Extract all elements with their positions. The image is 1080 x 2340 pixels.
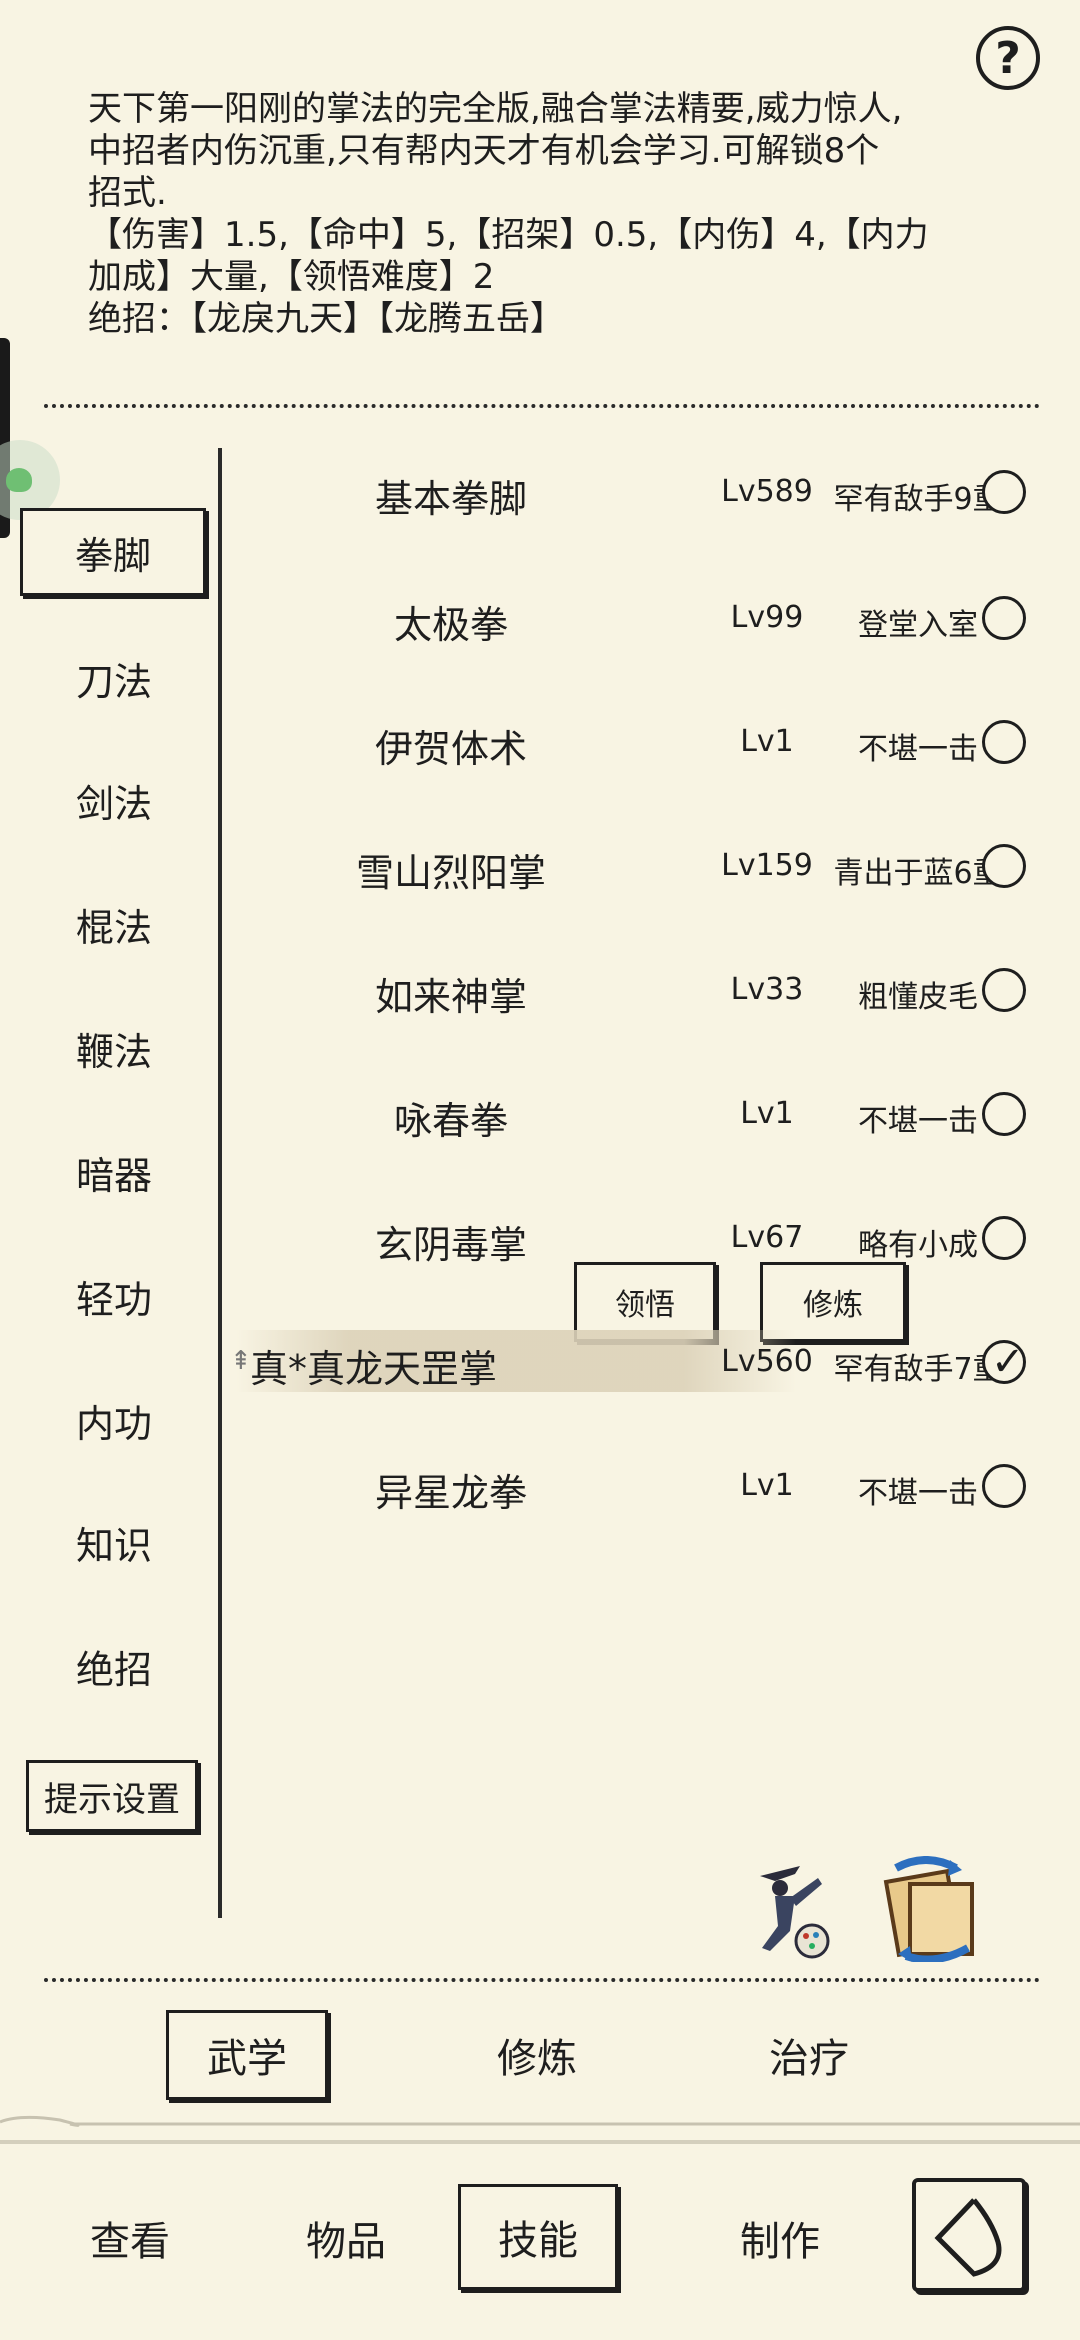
nav-zhizuo[interactable]: 制作 xyxy=(710,2190,850,2286)
skill-name: 太极拳 xyxy=(393,603,508,647)
upgrade-arrow-icon: ⇞ xyxy=(230,1346,252,1376)
skill-checkbox[interactable] xyxy=(982,968,1026,1012)
description-line: 绝招：【龙戾九天】【龙腾五岳】 xyxy=(88,299,564,339)
nav-jineng[interactable]: 技能 xyxy=(458,2184,618,2290)
brush-divider xyxy=(0,2115,1080,2127)
skill-row[interactable]: 如来神掌 Lv33 粗懂皮毛 xyxy=(230,950,1070,1030)
skill-name: 异星龙拳 xyxy=(374,1471,527,1515)
category-tab-anqi[interactable]: 暗器 xyxy=(18,1130,210,1214)
skill-checkbox[interactable] xyxy=(982,470,1026,514)
skill-checkbox[interactable] xyxy=(982,596,1026,640)
skill-checkbox[interactable] xyxy=(982,1216,1026,1260)
description-line: 天下第一阳刚的掌法的完全版,融合掌法精要,威力惊人, xyxy=(88,89,903,129)
back-arrow-icon xyxy=(934,2198,1002,2277)
skill-name: 真*真龙天罡掌 xyxy=(250,1347,498,1391)
category-tab-daofa[interactable]: 刀法 xyxy=(18,636,210,720)
skill-checkbox[interactable] xyxy=(982,1092,1026,1136)
skill-name: 如来神掌 xyxy=(374,975,527,1019)
description-line: 中招者内伤沉重,只有帮内天才有机会学习.可解锁8个 xyxy=(88,131,880,171)
scroll-swap-icon[interactable] xyxy=(876,1856,986,1964)
divider xyxy=(44,1978,1040,1982)
back-button[interactable] xyxy=(912,2178,1026,2292)
skill-row[interactable]: 雪山烈阳掌 Lv159 青出于蓝6重 xyxy=(230,826,1070,906)
skill-description: 天下第一阳刚的掌法的完全版,融合掌法精要,威力惊人, 中招者内伤沉重,只有帮内天… xyxy=(88,88,1008,340)
category-tab-juezhao[interactable]: 绝招 xyxy=(18,1624,210,1708)
skill-row[interactable]: 咏春拳 Lv1 不堪一击 xyxy=(230,1074,1070,1154)
nav-chakan[interactable]: 查看 xyxy=(60,2190,200,2286)
category-tab-bianfa[interactable]: 鞭法 xyxy=(18,1006,210,1090)
skill-row[interactable]: 太极拳 Lv99 登堂入室 xyxy=(230,578,1070,658)
martial-artist-icon[interactable] xyxy=(740,1856,840,1966)
check-icon: ✓ xyxy=(991,1339,1025,1385)
nav-wupin[interactable]: 物品 xyxy=(276,2190,416,2286)
help-icon[interactable]: ? xyxy=(976,26,1040,90)
skill-row[interactable]: 基本拳脚 Lv589 罕有敌手9重 xyxy=(230,452,1070,532)
hint-settings-button[interactable]: 提示设置 xyxy=(26,1760,198,1832)
skill-checkbox[interactable] xyxy=(982,1464,1026,1508)
divider xyxy=(44,404,1040,408)
skill-name: 玄阴毒掌 xyxy=(374,1223,527,1267)
subtab-wuxue[interactable]: 武学 xyxy=(166,2010,328,2100)
subtab-xiulian[interactable]: 修炼 xyxy=(456,2010,618,2100)
skill-row[interactable]: 异星龙拳 Lv1 不堪一击 xyxy=(230,1446,1070,1526)
skill-checkbox-checked[interactable]: ✓ xyxy=(982,1339,1026,1385)
skill-name: 基本拳脚 xyxy=(374,477,527,521)
category-tab-jianfa[interactable]: 剑法 xyxy=(18,758,210,842)
subtab-zhiliao[interactable]: 治疗 xyxy=(728,2010,890,2100)
skill-checkbox[interactable] xyxy=(982,844,1026,888)
category-tab-quanjiao[interactable]: 拳脚 xyxy=(20,508,206,596)
description-line: 【伤害】1.5,【命中】5,【招架】0.5,【内伤】4,【内力 xyxy=(88,215,929,255)
description-line: 招式. xyxy=(88,173,167,213)
skill-name: 咏春拳 xyxy=(393,1099,508,1143)
skill-name: 雪山烈阳掌 xyxy=(355,851,546,895)
category-tab-qinggong[interactable]: 轻功 xyxy=(18,1254,210,1338)
category-tab-neigong[interactable]: 内功 xyxy=(18,1378,210,1462)
skill-row[interactable]: 伊贺体术 Lv1 不堪一击 xyxy=(230,702,1070,782)
description-line: 加成】大量,【领悟难度】2 xyxy=(88,257,495,297)
category-tab-zhishi[interactable]: 知识 xyxy=(18,1500,210,1584)
skill-checkbox[interactable] xyxy=(982,720,1026,764)
column-divider xyxy=(218,448,222,1918)
skill-name: 伊贺体术 xyxy=(374,727,527,771)
bottom-bar-line xyxy=(0,2140,1080,2144)
category-tab-gunfa[interactable]: 棍法 xyxy=(18,882,210,966)
skill-row-selected[interactable]: ⇞ 真*真龙天罡掌 Lv560 罕有敌手7重 ✓ xyxy=(230,1322,1070,1402)
